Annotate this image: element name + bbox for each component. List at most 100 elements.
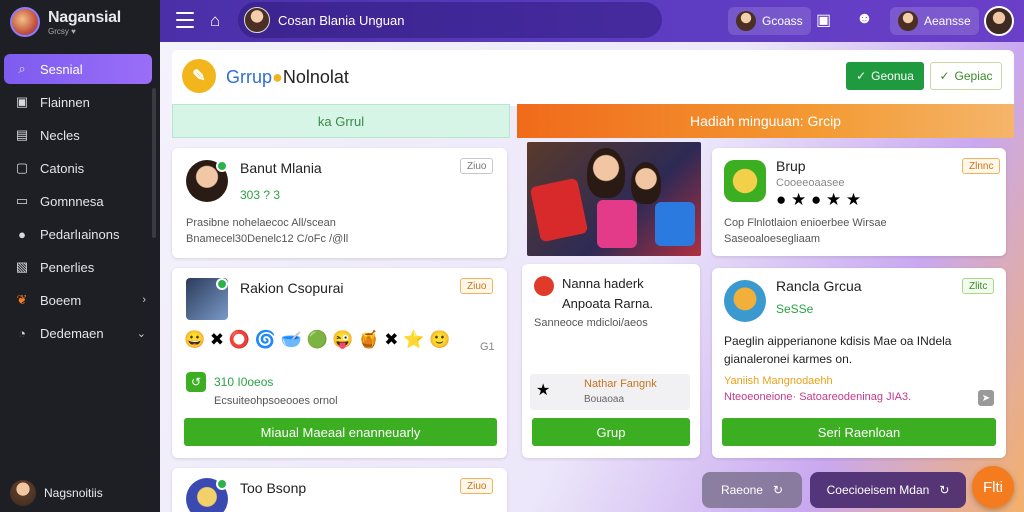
card-desc: Cop Flnlotlaion enioerbee Wirsae <box>724 217 887 229</box>
sidebar-item-label: Penerlies <box>40 259 95 275</box>
sidebar-item-label: Gomnnesa <box>40 193 104 209</box>
share-icon: ↺ <box>186 372 206 392</box>
emoji-row: ● ★ ● ★ ★ <box>776 190 862 209</box>
sidebar-item-6[interactable]: ▧ Penerlies <box>4 252 152 282</box>
sidebar: Nagansial Grcsy ♥ ⌕ Sesnial ▣ Flainnen ▤… <box>0 0 160 512</box>
emoji-row: 😀 ✖ ⭕ 🌀 🥣 🟢 😜 🍯 ✖ ⭐ 🙂 <box>184 330 451 349</box>
user-icon[interactable]: ☻ <box>856 10 873 28</box>
user-avatar[interactable] <box>984 6 1014 36</box>
brand-name: Nagansial <box>48 8 121 26</box>
card-tag: Zlitc <box>962 278 995 294</box>
check-icon: ✓ <box>939 69 950 83</box>
sidebar-item-label: Pedarlıainons <box>40 226 120 242</box>
circle-icon: ● <box>18 226 26 242</box>
refresh-icon: ↻ <box>772 483 784 497</box>
card-title: Brup <box>776 158 806 174</box>
sidebar-item-label: Necles <box>40 127 80 143</box>
photo-icon: ▤ <box>15 127 29 142</box>
sidebar-item-1[interactable]: ▣ Flainnen <box>4 87 152 117</box>
account-chip[interactable]: Gcoass <box>728 7 811 35</box>
group-button[interactable]: Grup <box>532 418 690 446</box>
group-card[interactable]: Rakion Csopurai Ziuo 😀 ✖ ⭕ 🌀 🥣 🟢 😜 🍯 ✖ ⭐… <box>172 268 507 458</box>
window-icon[interactable]: ▣ <box>816 10 831 30</box>
sidebar-item-8[interactable]: ◔ Dedemaen ⌄ <box>4 318 152 348</box>
sidebar-item-5[interactable]: ● Pedarlıainons <box>4 219 152 249</box>
menu-icon[interactable] <box>176 12 194 28</box>
card-count: G1 <box>480 341 495 353</box>
card-desc: Bnamecel30Denelc12 C/oFc /@ll <box>186 233 349 245</box>
online-badge <box>216 478 228 490</box>
card-desc: Prasibne nohelaecoc All/scean <box>186 217 336 229</box>
card-title: Nanna haderk <box>562 276 644 291</box>
search-icon: ⌕ <box>18 61 26 76</box>
avatar <box>244 7 270 33</box>
tab-groups[interactable]: ka Grrul <box>172 104 510 138</box>
mini-item[interactable]: ★ Nathar Fangnk Bouaoaa <box>530 374 690 410</box>
group-card[interactable]: Banut Mlania Ziuo 303 ? 3 Prasibne nohel… <box>172 148 507 258</box>
chevron-right-icon: › <box>142 294 146 306</box>
sidebar-item-label: Flainnen <box>40 94 90 110</box>
group-card[interactable]: Rancla Grcua Zlitc SeSSe Paeglin aipperi… <box>712 268 1006 458</box>
chevron-down-icon: ⌄ <box>136 327 146 340</box>
profile-chip[interactable]: Aeansse <box>890 7 979 35</box>
card-title: Rancla Grcua <box>776 278 862 294</box>
group-card[interactable]: Too Bsonp Ziuo <box>172 468 507 512</box>
mini-sub: Bouaoaa <box>584 394 625 405</box>
floating-action-button[interactable]: Flti <box>972 466 1014 508</box>
card-desc: Ecsuiteohpsoeooes ornol <box>214 395 338 407</box>
featured-image[interactable] <box>527 142 701 256</box>
online-badge <box>216 160 228 172</box>
avatar <box>736 11 756 31</box>
brand-sub: Grcsy ♥ <box>48 26 76 36</box>
group-card[interactable]: Brup Zlnnc Cooeeoaasee ● ★ ● ★ ★ Cop Fln… <box>712 148 1006 256</box>
card-desc: Saseoaloesegliaam <box>724 233 821 245</box>
group-button[interactable]: Seri Raenloan <box>722 418 996 446</box>
brand-logo <box>10 7 40 37</box>
sidebar-item-0[interactable]: ⌕ Sesnial <box>4 54 152 84</box>
edit-icon: ✎ <box>182 59 216 93</box>
chart-icon: ▧ <box>15 259 29 274</box>
bottom-pill-2[interactable]: Coecioeisem Mdan ↻ <box>810 472 966 508</box>
secondary-button[interactable]: ✓ Gepiac <box>930 62 1002 90</box>
sidebar-scrollbar[interactable] <box>152 88 156 238</box>
card-sub: 310 I0oeos <box>214 375 274 389</box>
card-tag: Zlnnc <box>962 158 1001 174</box>
search-bar[interactable]: Cosan Blania Unguan <box>238 2 662 38</box>
sidebar-user-name: Nagsnoitiis <box>44 486 103 500</box>
card-desc: Nteoeoneione· Satoareodeninag JIA3. <box>724 391 912 403</box>
sidebar-nav: ⌕ Sesnial ▣ Flainnen ▤ Necles ▢ Catonis … <box>0 54 160 348</box>
refresh-icon: ↻ <box>939 483 950 497</box>
sidebar-item-2[interactable]: ▤ Necles <box>4 120 152 150</box>
tab-weekly-reward[interactable]: Hadiah minguuan: Grcip <box>517 104 1014 138</box>
bottom-pill-1[interactable]: Raeone ↻ <box>702 472 802 508</box>
profile-chip-label: Aeansse <box>924 14 971 28</box>
arrow-icon[interactable]: ➤ <box>978 390 994 406</box>
sidebar-item-7[interactable]: ❦ Boeem › <box>4 285 152 315</box>
online-badge <box>216 278 228 290</box>
primary-button[interactable]: ✓ Geonua <box>846 62 924 90</box>
card-icon: ▭ <box>15 193 29 208</box>
gauge-icon: ◔ <box>18 325 26 341</box>
page-header: ✎ Grrup●Nolnolat ✓ Geonua ✓ Gepiac <box>172 50 1014 106</box>
card-desc: Sanneoce mdicloi/aeos <box>534 317 648 329</box>
badge-icon: ★ <box>536 382 551 399</box>
sidebar-user[interactable]: Nagsnoitiis <box>10 480 103 506</box>
card-tag: Ziuo <box>460 158 494 174</box>
sidebar-item-3[interactable]: ▢ Catonis <box>4 153 152 183</box>
avatar <box>898 11 918 31</box>
group-card[interactable]: Nanna haderk Anpoata Rarna. Sanneoce mdi… <box>522 264 700 458</box>
brand[interactable]: Nagansial Grcsy ♥ <box>0 0 160 44</box>
sidebar-item-label: Sesnial <box>40 61 83 77</box>
account-chip-label: Gcoass <box>762 14 803 28</box>
card-sub: Cooeeoaasee <box>776 177 845 189</box>
card-sub: 303 ? 3 <box>240 188 281 202</box>
sidebar-item-4[interactable]: ▭ Gomnnesa <box>4 186 152 216</box>
join-button[interactable]: Miaual Maeaal enanneuarly <box>184 418 497 446</box>
card-title: Too Bsonp <box>240 480 307 496</box>
home-icon[interactable]: ⌂ <box>210 11 220 31</box>
square-icon: ▢ <box>15 160 29 175</box>
card-highlight: Yaniish Mangnodaehh <box>724 375 833 387</box>
card-title-2: Anpoata Rarna. <box>562 296 654 311</box>
mini-title: Nathar Fangnk <box>584 378 657 390</box>
sidebar-item-label: Boeem <box>40 292 82 308</box>
